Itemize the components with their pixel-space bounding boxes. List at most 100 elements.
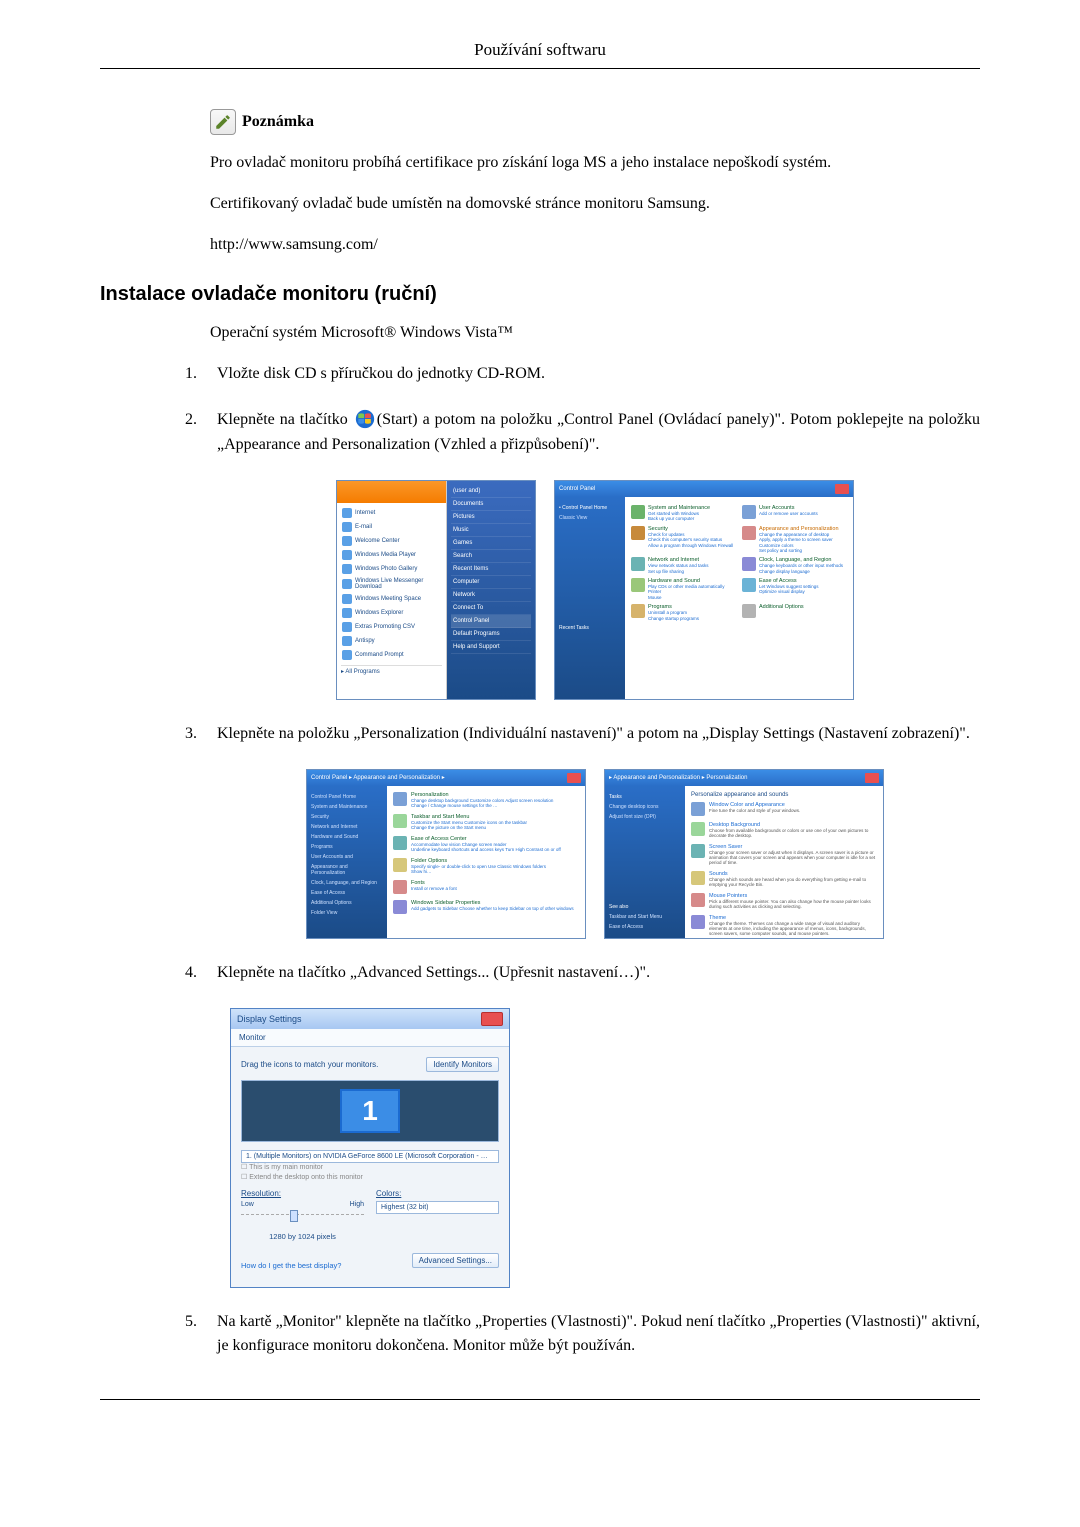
identify-monitors-button[interactable]: Identify Monitors: [426, 1057, 499, 1072]
appearance-entry: Windows Sidebar PropertiesAdd gadgets to…: [393, 900, 579, 914]
ap-nav-link: System and Maintenance: [311, 802, 383, 812]
close-icon: [835, 484, 849, 494]
cp-category: Ease of AccessLet Windows suggest settin…: [742, 578, 847, 600]
screenshot-start-menu: InternetE-mailWelcome CenterWindows Medi…: [336, 480, 536, 700]
colors-select[interactable]: Highest (32 bit): [376, 1201, 499, 1214]
cp-category: Clock, Language, and RegionChange keyboa…: [742, 557, 847, 574]
start-menu-item: Windows Media Player: [341, 548, 442, 562]
start-menu-right-item: Search: [451, 550, 531, 563]
pencil-note-icon: [210, 109, 236, 135]
cp-classic: Classic View: [559, 513, 621, 523]
step-text: Klepněte na položku „Personalization (In…: [217, 722, 980, 747]
screenshot-row-3: Display Settings Monitor Drag the icons …: [230, 1008, 980, 1288]
note-label: Poznámka: [242, 113, 314, 131]
pz-see: Taskbar and Start Menu: [609, 912, 681, 922]
high-label: High: [350, 1201, 364, 1208]
start-menu-item: E-mail: [341, 520, 442, 534]
monitor-1-icon: 1: [340, 1089, 400, 1133]
start-menu-right-item: Default Programs: [451, 628, 531, 641]
start-menu-right-item: Games: [451, 537, 531, 550]
step-num: 2.: [185, 408, 217, 433]
start-menu-right-item: (user and): [451, 485, 531, 498]
start-menu-item: Windows Photo Gallery: [341, 562, 442, 576]
ds-title: Display Settings: [237, 1014, 302, 1024]
note-box: Poznámka Pro ovladač monitoru probíhá ce…: [210, 109, 980, 259]
close-icon: [567, 773, 581, 783]
check-main-monitor: ☐ This is my main monitor: [241, 1163, 499, 1171]
start-menu-right-item: Pictures: [451, 511, 531, 524]
steps-list-cont3: 5. Na kartě „Monitor" klepněte na tlačít…: [185, 1310, 980, 1360]
step-text: Vložte disk CD s příručkou do jednotky C…: [217, 362, 980, 387]
advanced-settings-button[interactable]: Advanced Settings...: [412, 1253, 499, 1268]
check-extend-desktop: ☐ Extend the desktop onto this monitor: [241, 1173, 499, 1181]
start-menu-right-item: Computer: [451, 576, 531, 589]
screenshot-personalize: ▸ Appearance and Personalization ▸ Perso…: [604, 769, 884, 939]
header-divider: [100, 68, 980, 69]
start-menu-right-item: Control Panel: [451, 615, 531, 628]
screenshot-display-settings: Display Settings Monitor Drag the icons …: [230, 1008, 510, 1288]
step-5: 5. Na kartě „Monitor" klepněte na tlačít…: [185, 1310, 980, 1360]
step2-before: Klepněte na tlačítko: [217, 411, 353, 428]
step-2: 2. Klepněte na tlačítko (Start) a potom …: [185, 408, 980, 458]
resolution-label: Resolution:: [241, 1189, 364, 1198]
ap-nav-link: Programs: [311, 842, 383, 852]
start-menu-right-item: Recent Items: [451, 563, 531, 576]
appearance-entry: PersonalizationChange desktop background…: [393, 792, 579, 808]
pz-heading: Personalize appearance and sounds: [691, 792, 877, 798]
ap-nav-link: Additional Options: [311, 898, 383, 908]
step-num: 1.: [185, 362, 217, 387]
step-num: 4.: [185, 961, 217, 986]
cp-tasks: Recent Tasks: [559, 623, 621, 633]
steps-list-cont: 3. Klepněte na položku „Personalization …: [185, 722, 980, 747]
start-menu-right-item: Help and Support: [451, 641, 531, 654]
screenshot-row-1: InternetE-mailWelcome CenterWindows Medi…: [210, 480, 980, 700]
note-header: Poznámka: [210, 109, 980, 135]
personalize-entry: SoundsChange which sounds are heard when…: [691, 871, 877, 887]
start-menu-item: Windows Live Messenger Download: [341, 576, 442, 592]
section-heading: Instalace ovladače monitoru (ruční): [100, 283, 980, 306]
personalize-entry: Window Color and AppearanceFine tune the…: [691, 802, 877, 816]
personalize-entry: ThemeChange the theme. Themes can change…: [691, 915, 877, 936]
start-menu-right-item: Network: [451, 589, 531, 602]
close-icon: [481, 1012, 503, 1026]
os-line: Operační systém Microsoft® Windows Vista…: [210, 324, 980, 342]
ap-nav-link: User Accounts and: [311, 852, 383, 862]
start-menu-item: Command Prompt: [341, 648, 442, 662]
ap-nav-link: Folder View: [311, 908, 383, 918]
start-menu-right-item: Documents: [451, 498, 531, 511]
pz-link: Change desktop icons: [609, 802, 681, 812]
cp-category: Additional Options: [742, 604, 847, 621]
step-num: 3.: [185, 722, 217, 747]
resolution-value: 1280 by 1024 pixels: [241, 1232, 364, 1241]
see-also: See also: [609, 902, 681, 912]
close-icon: [865, 773, 879, 783]
low-label: Low: [241, 1201, 254, 1208]
page-header-title: Používání softwaru: [100, 40, 980, 60]
all-programs: All Programs: [345, 669, 379, 675]
appearance-entry: Folder OptionsSpecify single- or double-…: [393, 858, 579, 874]
resolution-slider[interactable]: [241, 1214, 364, 1228]
personalize-entry: Desktop BackgroundChoose from available …: [691, 822, 877, 838]
appearance-entry: Ease of Access CenterAccommodate low vis…: [393, 836, 579, 852]
appearance-entry: FontsInstall or remove a font: [393, 880, 579, 894]
cp-category: User AccountsAdd or remove user accounts: [742, 505, 847, 522]
best-display-link[interactable]: How do I get the best display?: [241, 1261, 341, 1270]
screenshot-appearance: Control Panel ▸ Appearance and Personali…: [306, 769, 586, 939]
note-text-2: Certifikovaný ovladač bude umístěn na do…: [210, 190, 980, 217]
step-text: Klepněte na tlačítko „Advanced Settings.…: [217, 961, 980, 986]
steps-list: 1. Vložte disk CD s příručkou do jednotk…: [185, 362, 980, 458]
ap-nav-link: Appearance and Personalization: [311, 862, 383, 878]
ds-drag-text: Drag the icons to match your monitors.: [241, 1060, 378, 1069]
step-num: 5.: [185, 1310, 217, 1335]
cp-category: ProgramsUninstall a programChange startu…: [631, 604, 736, 621]
step-text: Klepněte na tlačítko (Start) a potom na …: [217, 408, 980, 458]
appearance-entry: Taskbar and Start MenuCustomize the Star…: [393, 814, 579, 830]
footer-divider: [100, 1399, 980, 1400]
screenshot-row-2: Control Panel ▸ Appearance and Personali…: [210, 769, 980, 939]
step-text: Na kartě „Monitor" klepněte na tlačítko …: [217, 1310, 980, 1360]
cp-category: Network and InternetView network status …: [631, 557, 736, 574]
cp-category: SecurityCheck for updatesCheck this comp…: [631, 526, 736, 554]
ap-nav-link: Network and Internet: [311, 822, 383, 832]
ap-nav-link: Control Panel Home: [311, 792, 383, 802]
device-select[interactable]: 1. (Multiple Monitors) on NVIDIA GeForce…: [241, 1150, 499, 1163]
